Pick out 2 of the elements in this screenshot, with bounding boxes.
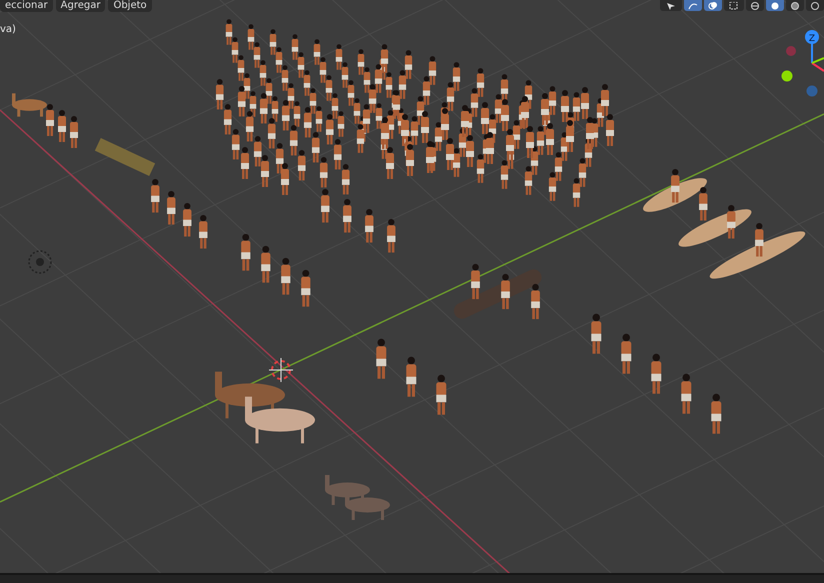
z-axis-label: Z	[808, 34, 816, 44]
viewport-mode-text: va)	[0, 24, 16, 35]
